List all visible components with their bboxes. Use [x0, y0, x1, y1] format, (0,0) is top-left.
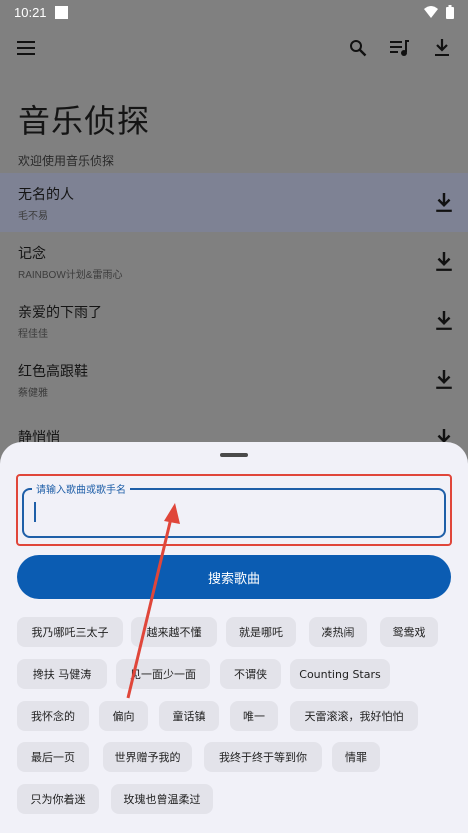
song-item[interactable]: 无名的人 毛不易: [0, 173, 468, 232]
suggestion-chip[interactable]: 就是哪吒: [226, 617, 296, 647]
search-input-label: 请输入歌曲或歌手名: [32, 481, 130, 496]
song-name: 红色高跟鞋: [18, 363, 88, 380]
playlist-icon[interactable]: [388, 36, 412, 60]
page-title: 音乐侦探: [18, 102, 151, 140]
suggestion-chip[interactable]: 凑热闹: [309, 617, 367, 647]
song-artist: 毛不易: [18, 210, 48, 222]
song-artist: 程佳佳: [18, 328, 48, 340]
status-icons: [424, 5, 454, 19]
suggestion-chip[interactable]: 越来越不懂: [131, 617, 217, 647]
suggestion-chip[interactable]: 玫瑰也曾温柔过: [111, 784, 213, 814]
song-list: 无名的人 毛不易 记念 RAINBOW计划&雷雨心 亲爱的下雨了 程佳佳 红色高…: [0, 173, 468, 468]
song-item[interactable]: 红色高跟鞋 蔡健雅: [0, 350, 468, 409]
text-caret: [34, 502, 36, 522]
song-item[interactable]: 亲爱的下雨了 程佳佳: [0, 291, 468, 350]
suggestion-chip[interactable]: 我终于终于等到你: [204, 742, 322, 772]
app-bar-actions: [346, 36, 454, 60]
suggestion-chip[interactable]: 不谓侠: [220, 659, 281, 689]
suggestion-chip[interactable]: Counting Stars: [290, 659, 390, 689]
download-icon[interactable]: [434, 251, 454, 272]
drag-handle[interactable]: [220, 453, 248, 457]
suggestion-chip[interactable]: 世界赠予我的: [103, 742, 192, 772]
app-bar: [0, 24, 468, 72]
download-icon[interactable]: [434, 192, 454, 213]
suggestion-chip[interactable]: 我乃哪吒三太子: [17, 617, 123, 647]
suggestion-chip[interactable]: 唯一: [230, 701, 278, 731]
download-icon[interactable]: [430, 36, 454, 60]
hero: 音乐侦探 欢迎使用音乐侦探: [18, 96, 150, 169]
song-name: 亲爱的下雨了: [18, 304, 102, 321]
suggestion-chip[interactable]: 情罪: [332, 742, 380, 772]
song-name: 记念: [18, 245, 46, 262]
download-icon[interactable]: [434, 369, 454, 390]
suggestion-chip[interactable]: 鸳鸯戏: [380, 617, 438, 647]
suggestion-chip[interactable]: 偏向: [99, 701, 148, 731]
suggestion-chip[interactable]: 见一面少一面: [116, 659, 210, 689]
battery-icon: [446, 5, 454, 19]
page-subtitle: 欢迎使用音乐侦探: [18, 154, 115, 168]
search-song-button[interactable]: 搜索歌曲: [17, 555, 451, 599]
menu-icon[interactable]: [14, 36, 38, 60]
song-artist: 蔡健雅: [18, 387, 48, 399]
suggestion-chip[interactable]: 只为你着迷: [17, 784, 99, 814]
suggestion-chip[interactable]: 童话镇: [159, 701, 219, 731]
suggestion-chip[interactable]: 最后一页: [17, 742, 89, 772]
suggestion-chip[interactable]: 搀扶 马健涛: [17, 659, 107, 689]
status-time: 10:21: [14, 4, 47, 20]
wifi-icon: [424, 6, 438, 18]
song-item[interactable]: 记念 RAINBOW计划&雷雨心: [0, 232, 468, 291]
suggestion-chip[interactable]: 我怀念的: [17, 701, 89, 731]
search-icon[interactable]: [346, 36, 370, 60]
notification-icon: [54, 5, 68, 19]
song-artist: RAINBOW计划&雷雨心: [18, 269, 123, 281]
status-bar: 10:21: [0, 0, 468, 24]
suggestion-chip[interactable]: 天雷滚滚，我好怕怕: [290, 701, 418, 731]
song-name: 无名的人: [18, 186, 74, 203]
download-icon[interactable]: [434, 310, 454, 331]
